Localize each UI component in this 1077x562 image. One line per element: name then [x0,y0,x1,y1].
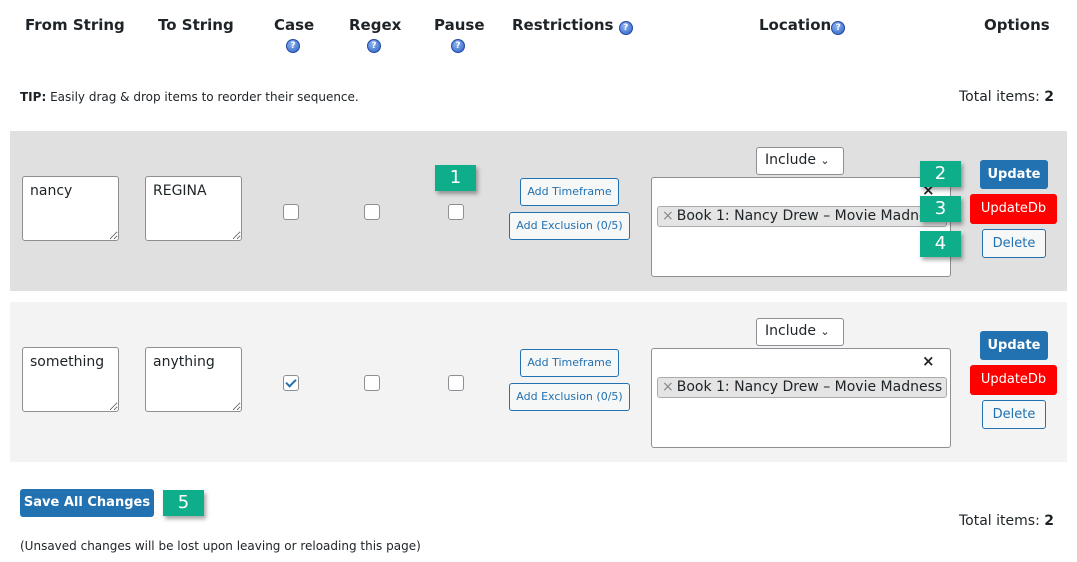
annotation-badge-1: 1 [435,165,476,191]
update-button[interactable]: Update [980,331,1048,360]
pause-checkbox[interactable] [448,204,464,220]
regex-checkbox[interactable] [364,204,380,220]
help-icon[interactable]: ? [618,21,633,35]
tip: TIP: Easily drag & drop items to reorder… [20,90,359,104]
unsaved-note: (Unsaved changes will be lost upon leavi… [20,539,421,553]
case-checkbox[interactable] [283,375,299,391]
delete-button[interactable]: Delete [982,229,1046,258]
from-string-input[interactable]: nancy [22,176,119,241]
regex-checkbox[interactable] [364,375,380,391]
header-options: Options [984,16,1050,34]
location-tag: × Book 1: Nancy Drew – Movie Madness [657,377,948,398]
to-string-input[interactable]: anything [145,347,242,412]
annotation-badge-3: 3 [920,196,961,222]
location-tag: × Book 1: Nancy Drew – Movie Madness [657,206,948,227]
header-regex: Regex? [349,16,402,53]
header-location: Location? [759,16,846,35]
annotation-badge-2: 2 [920,161,961,187]
from-string-input[interactable]: something [22,347,119,412]
location-select[interactable]: × Book 1: Nancy Drew – Movie Madness [651,177,951,277]
header-from-string: From String [25,16,125,34]
location-select[interactable]: × Book 1: Nancy Drew – Movie Madness [651,348,951,448]
add-exclusion-button[interactable]: Add Exclusion (0/5) [509,383,630,411]
total-items: Total items: 2 [959,89,1054,105]
remove-tag-icon[interactable]: × [662,379,674,395]
add-timeframe-button[interactable]: Add Timeframe [520,349,619,377]
add-timeframe-button[interactable]: Add Timeframe [520,178,619,206]
header-pause: Pause? [434,16,485,53]
to-string-input[interactable]: REGINA [145,176,242,241]
annotation-badge-4: 4 [920,231,961,257]
include-select[interactable]: Include ⌄ [756,318,844,346]
case-checkbox[interactable] [283,204,299,220]
chevron-down-icon: ⌄ [820,154,830,167]
help-icon[interactable]: ? [451,39,465,53]
header-to-string: To String [158,16,234,34]
add-exclusion-button[interactable]: Add Exclusion (0/5) [509,212,630,240]
updatedb-button[interactable]: UpdateDb [970,365,1057,395]
help-icon[interactable]: ? [367,39,381,53]
pause-checkbox[interactable] [448,375,464,391]
chevron-down-icon: ⌄ [820,325,830,338]
header-case: Case? [274,16,315,53]
update-button[interactable]: Update [980,160,1048,189]
save-all-changes-button[interactable]: Save All Changes [20,489,154,517]
header-restrictions: Restrictions ? [512,16,633,35]
remove-tag-icon[interactable]: × [662,208,674,224]
total-items-bottom: Total items: 2 [959,513,1054,529]
updatedb-button[interactable]: UpdateDb [970,194,1057,224]
delete-button[interactable]: Delete [982,400,1046,429]
include-select[interactable]: Include ⌄ [756,147,844,175]
help-icon[interactable]: ? [831,21,846,35]
clear-icon[interactable]: × [922,352,935,370]
help-icon[interactable]: ? [286,39,300,53]
annotation-badge-5: 5 [163,490,204,516]
